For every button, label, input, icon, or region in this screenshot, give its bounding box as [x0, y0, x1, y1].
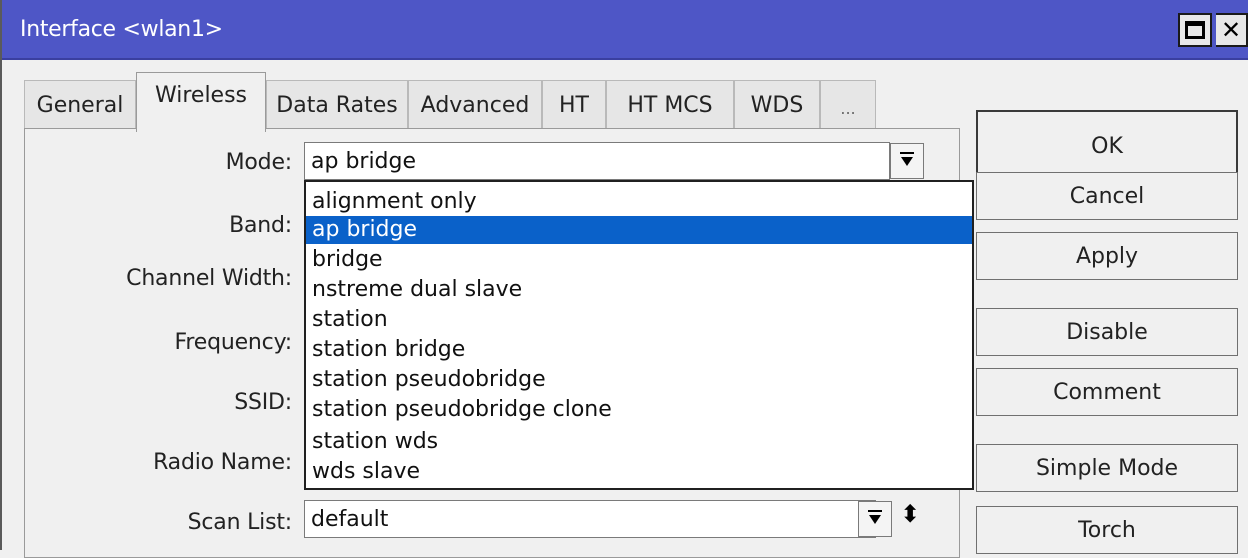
channel-width-label: Channel Width: [126, 266, 292, 291]
tab-wireless[interactable]: Wireless [136, 72, 266, 132]
mode-dropdown-button[interactable] [890, 143, 924, 179]
dropdown-option[interactable]: bridge [312, 246, 383, 274]
dropdown-option[interactable]: alignment only [312, 188, 477, 216]
scan-list-label: Scan List: [187, 510, 293, 535]
tab-label: HT [559, 93, 589, 118]
dropdown-option[interactable]: wds slave [312, 458, 420, 486]
tab-label: General [36, 93, 124, 118]
apply-button[interactable]: Apply [976, 232, 1238, 280]
comment-label: Comment [1053, 379, 1161, 405]
dropdown-option[interactable]: station pseudobridge [312, 366, 546, 394]
mode-select[interactable]: ap bridge [304, 142, 890, 180]
dropdown-option[interactable]: station bridge [312, 336, 465, 364]
simple-mode-button[interactable]: Simple Mode [976, 444, 1238, 492]
radio-name-label: Radio Name: [153, 450, 292, 475]
tab-general[interactable]: General [24, 80, 136, 130]
dropdown-option[interactable]: station wds [312, 428, 438, 456]
up-down-icon[interactable]: ⬍ [900, 500, 920, 528]
mode-value: ap bridge [311, 148, 417, 174]
torch-button[interactable]: Torch [976, 506, 1238, 554]
tab-label: HT MCS [627, 93, 713, 118]
scan-list-dropdown-button[interactable] [858, 501, 892, 537]
tab-label: WDS [750, 93, 804, 118]
close-button[interactable]: ✕ [1216, 13, 1248, 47]
tab-label: Advanced [420, 93, 530, 118]
dropdown-arrow-icon [900, 151, 914, 166]
dropdown-option[interactable]: station pseudobridge clone [312, 396, 612, 424]
title-bar[interactable]: Interface <wlan1> ✕ [2, 0, 1248, 60]
dropdown-arrow-icon [868, 509, 882, 524]
tab-label: Wireless [154, 83, 248, 108]
tab-advanced[interactable]: Advanced [408, 80, 542, 130]
ssid-label: SSID: [234, 390, 292, 415]
apply-label: Apply [1075, 243, 1139, 269]
disable-button[interactable]: Disable [976, 308, 1238, 356]
dropdown-option[interactable]: station [312, 306, 388, 334]
maximize-button[interactable] [1178, 13, 1212, 47]
dropdown-option-selected[interactable]: ap bridge [306, 216, 972, 244]
window-title: Interface <wlan1> [20, 17, 223, 42]
close-icon: ✕ [1220, 16, 1242, 44]
ok-label: OK [1091, 133, 1123, 159]
band-label: Band: [229, 213, 292, 238]
disable-label: Disable [1066, 319, 1148, 345]
tab-wds[interactable]: WDS [734, 80, 820, 130]
tab-ht-mcs[interactable]: HT MCS [606, 80, 734, 130]
maximize-icon [1185, 21, 1205, 39]
mode-dropdown-list: alignment only ap bridge bridge nstreme … [304, 180, 974, 490]
tab-label: ... [840, 99, 856, 118]
tab-label: Data Rates [276, 93, 398, 118]
tab-ht[interactable]: HT [542, 80, 606, 130]
mode-label: Mode: [225, 150, 293, 175]
dropdown-option[interactable]: nstreme dual slave [312, 276, 522, 304]
frequency-label: Frequency: [174, 330, 293, 355]
torch-label: Torch [1078, 517, 1136, 543]
tab-data-rates[interactable]: Data Rates [266, 80, 408, 130]
cancel-button[interactable]: Cancel [976, 172, 1238, 220]
simple-mode-label: Simple Mode [1035, 455, 1179, 481]
interface-window: Interface <wlan1> ✕ General Wireless Dat… [0, 0, 1248, 558]
tab-more[interactable]: ... [820, 80, 876, 130]
scan-list-value: default [311, 506, 389, 532]
scan-list-input[interactable]: default [304, 500, 876, 538]
cancel-label: Cancel [1069, 183, 1145, 209]
comment-button[interactable]: Comment [976, 368, 1238, 416]
